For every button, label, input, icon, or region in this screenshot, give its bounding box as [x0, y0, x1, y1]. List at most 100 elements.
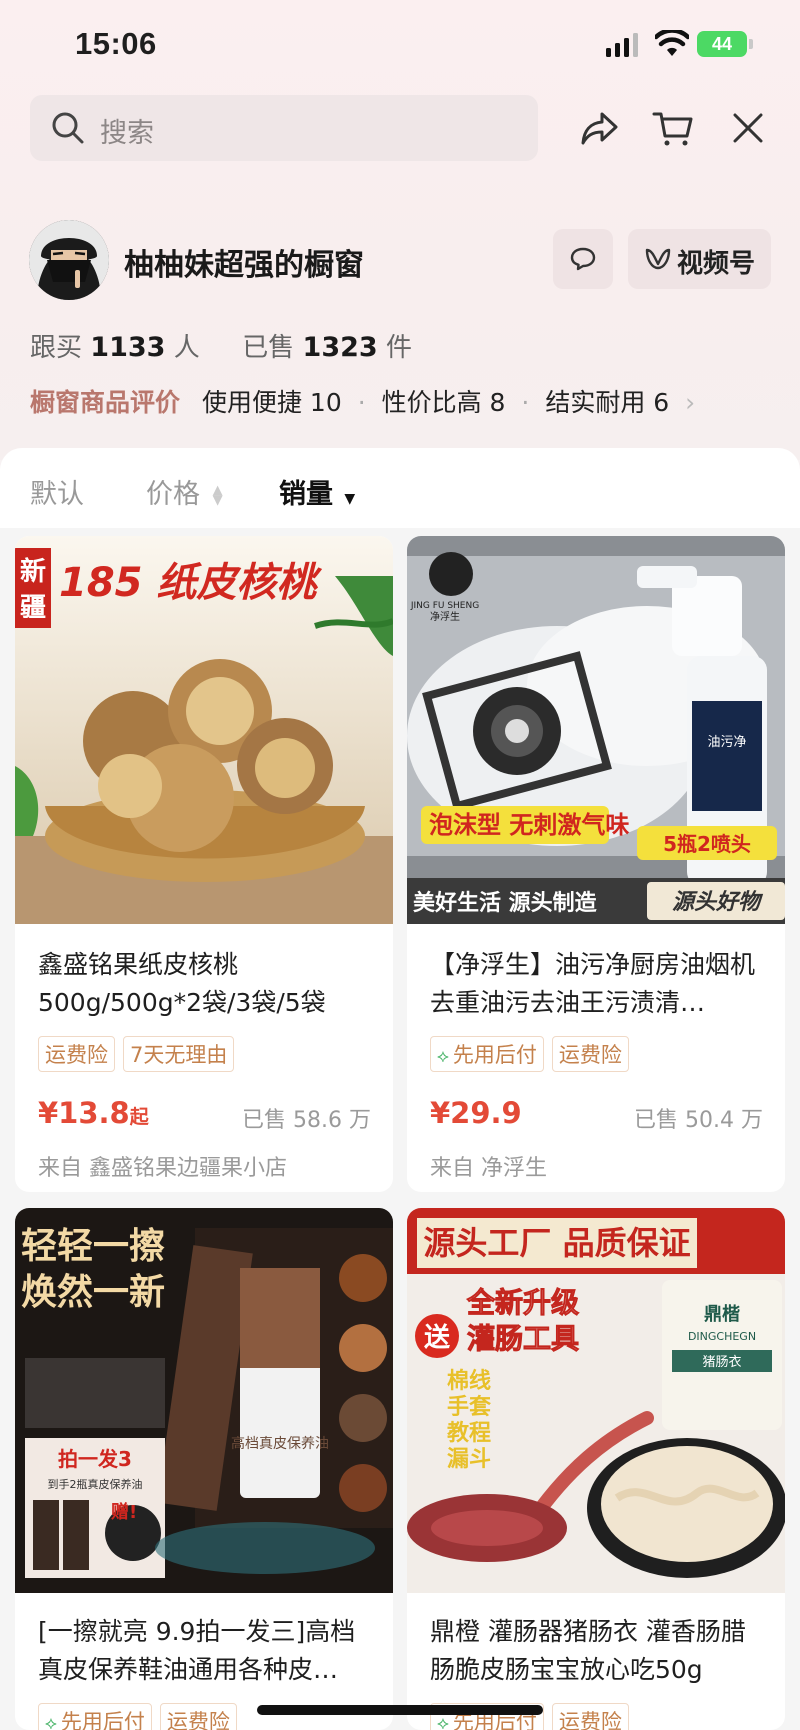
- product-title: [一擦就亮 9.9拍一发三]高档真皮保养鞋油通用各种皮…: [38, 1617, 356, 1684]
- product-tags: ⟡ 先用后付 运费险: [38, 1703, 237, 1730]
- image-label: 5瓶2喷头: [663, 832, 751, 856]
- image-label: 泡沫型 无刺激气味: [429, 811, 629, 839]
- pay-later-icon: ⟡: [437, 1713, 449, 1730]
- image-label: 棉线: [447, 1368, 491, 1394]
- wifi-icon: [655, 30, 689, 56]
- sort-sales[interactable]: 销量 ▼: [279, 472, 355, 511]
- product-title: 鑫盛铭果纸皮核桃500g/500g*2袋/3袋/5袋: [38, 950, 326, 1017]
- image-label: 净浮生: [430, 610, 460, 623]
- reviews-title: 橱窗商品评价: [30, 388, 181, 417]
- sold-unit: 件: [385, 333, 412, 363]
- product-card[interactable]: 源头工厂 品质保证 送 全新升级 灌肠工具 棉线 手套 教程 漏斗 鼎楷 DIN…: [407, 1208, 785, 1730]
- chat-bubble-icon: [570, 247, 596, 271]
- search-icon: [52, 112, 84, 144]
- price-value: ¥13.8: [38, 1096, 130, 1130]
- product-sold-count: 已售 58.6 万: [242, 1108, 371, 1133]
- image-label: 鼎楷: [704, 1303, 740, 1325]
- search-input[interactable]: 搜索: [30, 95, 538, 161]
- image-label: 到手2瓶真皮保养油: [48, 1477, 143, 1491]
- image-headline: 185 纸皮核桃: [59, 560, 322, 606]
- battery-nub: [749, 39, 753, 49]
- pay-later-tag: ⟡ 先用后付: [38, 1703, 152, 1730]
- shop-avatar[interactable]: [29, 220, 109, 300]
- product-title: 鼎橙 灌肠器猪肠衣 灌香肠腊肠脆皮肠宝宝放心吃50g: [430, 1617, 746, 1684]
- video-channel-label: 视频号: [677, 249, 756, 279]
- shop-reviews-row[interactable]: 橱窗商品评价 使用便捷 10 · 性价比高 8 · 结实耐用 6 ›: [30, 383, 695, 419]
- product-tag: 运费险: [551, 1703, 629, 1730]
- image-label: 送: [424, 1323, 450, 1353]
- product-tag: 运费险: [159, 1703, 237, 1730]
- image-label: 美好生活 源头制造: [413, 890, 597, 916]
- share-icon[interactable]: [578, 106, 622, 150]
- price-suffix: 起: [129, 1106, 149, 1128]
- product-tag-label: 先用后付: [60, 1710, 145, 1730]
- sort-price-label: 价格: [146, 479, 200, 510]
- image-label: 手套: [447, 1394, 491, 1420]
- image-label: 全新升级: [466, 1286, 579, 1319]
- chat-button[interactable]: [553, 229, 613, 289]
- home-indicator[interactable]: [257, 1705, 543, 1715]
- product-sold-count: 已售 50.4 万: [634, 1108, 763, 1133]
- product-tag: 运费险: [38, 1036, 115, 1072]
- review-tag: 性价比高 8: [381, 388, 506, 417]
- product-tag: 运费险: [551, 1036, 629, 1072]
- sort-default[interactable]: 默认: [30, 472, 84, 511]
- image-label: 油污净: [707, 735, 746, 750]
- image-label: DINGCHEGN: [688, 1330, 756, 1343]
- sort-default-label: 默认: [30, 479, 84, 510]
- review-tag: 结实耐用 6: [545, 388, 670, 417]
- sold-count: 1323: [302, 332, 378, 363]
- sort-desc-icon: ▼: [344, 491, 356, 507]
- product-card[interactable]: 新 疆 185 纸皮核桃 鑫盛铭果纸皮核桃500g/500g*2袋/3袋/5袋 …: [15, 536, 393, 1192]
- product-image: 轻轻一擦 焕然一新 高档真皮保养油 拍一发3 到手2瓶真皮保养油 赠!: [15, 1208, 393, 1593]
- product-image: 油污净 JING FU SHENG 净浮生 泡沫型 无刺激气味 5瓶2喷头 美好…: [407, 536, 785, 924]
- image-label: 拍一发3: [58, 1447, 132, 1471]
- video-channel-icon: [645, 248, 671, 270]
- product-card[interactable]: 油污净 JING FU SHENG 净浮生 泡沫型 无刺激气味 5瓶2喷头 美好…: [407, 536, 785, 1192]
- sort-sales-label: 销量: [279, 479, 333, 510]
- product-image: 源头工厂 品质保证 送 全新升级 灌肠工具 棉线 手套 教程 漏斗 鼎楷 DIN…: [407, 1208, 785, 1593]
- image-label: JING FU SHENG: [410, 601, 479, 611]
- pay-later-tag: ⟡ 先用后付: [430, 1036, 544, 1072]
- sort-bar: 默认 价格 ▲ ▼ 销量 ▼: [0, 448, 800, 528]
- sold-label: 已售: [242, 333, 295, 363]
- product-tag-label: 先用后付: [452, 1043, 537, 1067]
- image-label: 猪肠衣: [702, 1354, 741, 1370]
- chevron-right-icon: ›: [685, 388, 696, 417]
- sort-price[interactable]: 价格 ▲ ▼: [146, 472, 223, 511]
- shop-name: 柚柚妹超强的橱窗: [124, 248, 364, 283]
- image-label: 新: [20, 556, 46, 587]
- product-store: 来自 鑫盛铭果边疆果小店: [38, 1156, 287, 1181]
- avatar-image: [29, 220, 109, 300]
- product-tags: ⟡ 先用后付 运费险: [430, 1036, 629, 1072]
- status-time: 15:06: [75, 26, 157, 61]
- product-tags: 运费险 7天无理由: [38, 1036, 235, 1072]
- image-label: 漏斗: [447, 1446, 491, 1472]
- image-label: 疆: [20, 593, 46, 623]
- battery-indicator: 44: [697, 31, 747, 57]
- image-label: 教程: [447, 1420, 491, 1446]
- search-placeholder: 搜索: [100, 118, 154, 149]
- cart-icon[interactable]: [651, 106, 695, 150]
- pay-later-icon: ⟡: [437, 1046, 449, 1067]
- follow-count: 1133: [90, 332, 166, 363]
- product-tag: 7天无理由: [123, 1036, 235, 1072]
- separator-dot: ·: [521, 388, 530, 417]
- image-label: 高档真皮保养油: [231, 1435, 329, 1452]
- follow-unit: 人: [173, 333, 200, 363]
- sort-arrows-icon: ▲ ▼: [212, 482, 223, 508]
- pay-later-icon: ⟡: [45, 1713, 57, 1730]
- video-channel-button[interactable]: 视频号: [628, 229, 771, 289]
- image-label: 源头好物: [672, 890, 764, 915]
- cellular-signal-icon: [606, 33, 638, 57]
- product-store: 来自 净浮生: [430, 1156, 547, 1181]
- shop-stats: 跟买 1133 人 已售 1323 件: [30, 327, 412, 364]
- image-label: 灌肠工具: [467, 1322, 579, 1355]
- close-icon[interactable]: [726, 106, 770, 150]
- price-value: ¥29.9: [430, 1096, 522, 1130]
- product-image: 新 疆 185 纸皮核桃: [15, 536, 393, 924]
- separator-dot: ·: [357, 388, 366, 417]
- review-tag: 使用便捷 10: [201, 388, 342, 417]
- image-label: 轻轻一擦: [21, 1226, 165, 1267]
- product-card[interactable]: 轻轻一擦 焕然一新 高档真皮保养油 拍一发3 到手2瓶真皮保养油 赠! [一擦就…: [15, 1208, 393, 1730]
